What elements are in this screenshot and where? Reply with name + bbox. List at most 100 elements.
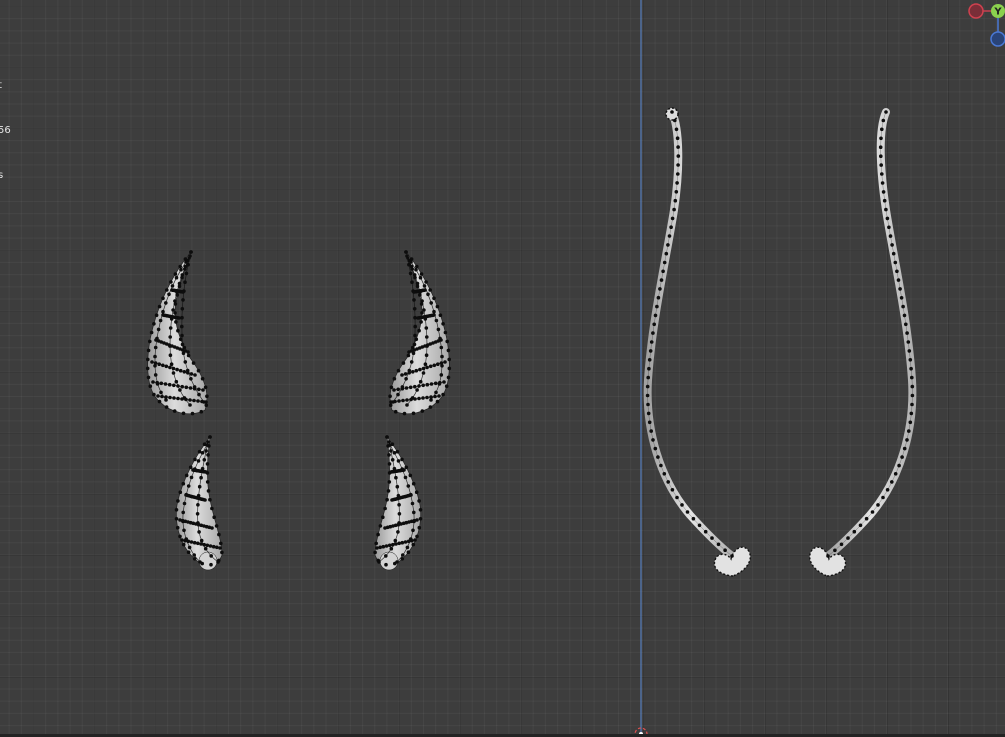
mesh-vertex [846,536,850,540]
mesh-vertex [907,349,912,353]
mesh-vertex [192,540,197,545]
mesh-vertex [876,503,880,507]
mesh-vertex [406,539,411,544]
mesh-vertex [392,376,397,381]
mesh-vertex [839,542,844,547]
mesh-vertex [392,388,396,392]
gizmo-y-axis-icon[interactable]: Y [991,4,1005,18]
mesh-vertex [396,392,400,397]
mesh-vertex [446,375,451,380]
mesh-vertex [389,400,393,404]
mesh-vertex [397,541,402,546]
mesh-vertex [192,386,197,391]
mesh-vertex [646,411,651,416]
mesh-vertex [396,459,401,463]
mesh-vertex [182,370,187,374]
mesh-vertex [176,396,180,401]
mesh-vertex [411,370,415,374]
mesh-vertex [174,517,179,521]
tail-left[interactable] [643,107,751,577]
mesh-vertex [888,234,893,238]
mesh-vertex [432,363,437,368]
mesh-vertex [169,362,174,367]
mesh-vertex [389,546,394,551]
mesh-vertex [438,380,442,385]
mesh-vertex [197,484,202,489]
mesh-vertex [670,216,675,221]
mesh-vertex [909,411,914,416]
mesh-vertex [429,395,433,399]
mesh-vertex [878,145,883,149]
viewport-scene[interactable] [0,0,1005,737]
mesh-vertex [205,543,210,548]
mesh-vertex [902,446,907,451]
mesh-vertex [882,198,887,203]
mesh-vertex [173,299,177,303]
mesh-vertex [183,538,187,543]
mesh-vertex [447,366,452,371]
mesh-vertex [887,225,891,230]
tail-right[interactable] [809,108,917,577]
gizmo-z-axis-icon[interactable] [990,31,1005,47]
mesh-vertex [180,333,184,338]
mesh-vertex [388,403,393,408]
mesh-vertex [416,316,420,320]
mesh-vertex [675,136,680,140]
mesh-vertex [197,530,201,534]
mesh-vertex [390,498,394,502]
mesh-vertex [192,398,196,403]
mesh-vertex [408,271,413,276]
mesh-vertex [196,541,200,546]
mesh-vertex [435,399,440,404]
mesh-vertex [402,411,407,416]
mesh-vertex [417,525,422,530]
mesh-vertex [400,373,404,377]
mesh-vertex [656,455,660,459]
mesh-vertex [389,470,393,474]
mesh-vertex [905,331,909,335]
mesh-vertex [412,307,417,311]
mesh-vertex [890,480,894,484]
mesh-vertex [675,495,679,500]
gizmo-x-axis-icon[interactable] [968,3,984,19]
mesh-vertex [412,298,416,302]
mesh-vertex [159,390,163,395]
mesh-vertex [152,322,156,326]
mesh-vertex [196,503,200,507]
mesh-vertex [898,287,902,291]
mesh-vertex [404,377,408,381]
mesh-vertex [445,339,450,344]
mesh-vertex [406,484,411,488]
mesh-vertex [425,395,429,400]
mesh-vertex [180,342,185,347]
mesh-vertex [881,190,886,194]
mesh-vertex [432,296,436,301]
mesh-vertex [168,395,172,400]
mesh-vertex [178,534,182,539]
mesh-vertex [833,548,837,553]
mesh-vertex [186,353,191,358]
mesh-vertex [407,371,412,375]
mesh-vertex [417,499,421,503]
mesh-vertex [723,548,727,552]
navigation-gizmo[interactable]: Y [961,0,1005,52]
mesh-vertex [389,385,394,390]
mesh-vertex [421,366,426,371]
mesh-vertex [647,366,651,371]
mesh-vertex [691,516,696,521]
mesh-vertex [405,403,409,407]
mesh-vertex [907,429,911,433]
mesh-vertex [432,309,436,314]
mesh-vertex [375,546,379,550]
mesh-vertex [439,345,444,350]
mesh-vertex [670,110,674,114]
mesh-vertex [710,536,714,540]
mesh-vertex [386,489,391,493]
3d-viewport[interactable]: t 56 s [0,0,1005,737]
mesh-vertex [910,402,914,407]
mesh-vertex [396,530,400,534]
mesh-vertex [378,524,383,528]
mesh-vertex [826,554,830,558]
mesh-vertex [433,381,438,386]
mesh-vertex [884,110,888,114]
